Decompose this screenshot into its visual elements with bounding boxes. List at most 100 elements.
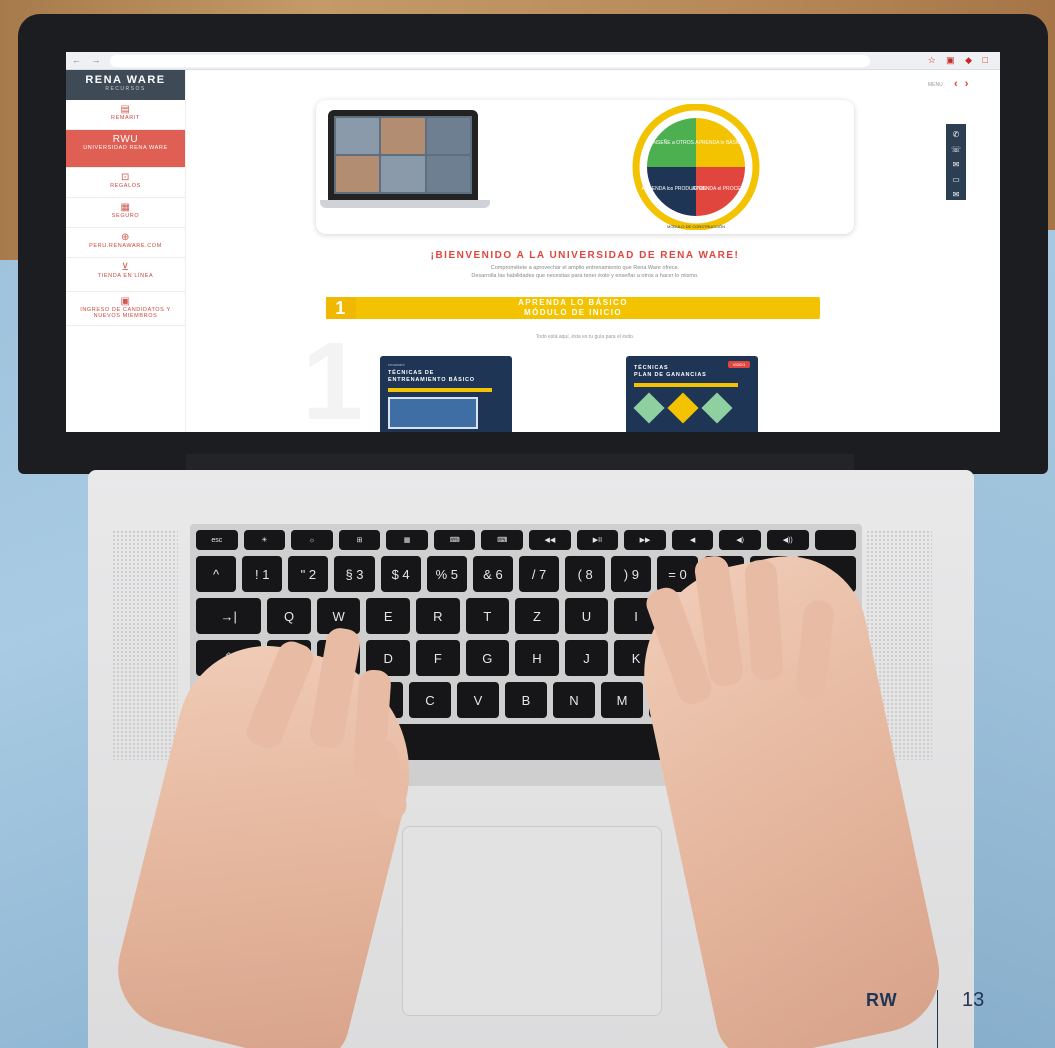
key[interactable]: ▶▶ <box>624 530 666 550</box>
key[interactable]: ⌨ <box>481 530 524 550</box>
key[interactable]: V <box>457 682 499 718</box>
browser-extension-icons[interactable]: ☆ ▣ ◆ □ <box>928 55 992 66</box>
mail-icon[interactable]: ✉ <box>946 157 966 172</box>
sidebar-item-tienda[interactable]: ⊻ TIENDA EN LÍNEA <box>66 258 185 292</box>
card-title-line: TÉCNICAS DE <box>388 370 435 376</box>
form-icon: ▣ <box>120 296 131 307</box>
function-key-row: esc ☀ ☼ ⊞ ▦ ⌨ ⌨ ◀◀ ▶II ▶▶ ◀ ◀) ◀)) <box>196 530 857 550</box>
welcome-subtitle-line: Desarrolla las habilidades que necesitas… <box>471 273 699 279</box>
hero-banner: APRENDA lo BÁSICO APRENDA el PROCESO APR… <box>316 100 854 234</box>
brand-name: RENA WARE <box>85 74 166 86</box>
graduation-icon: RWU <box>112 134 139 145</box>
menu-label[interactable]: MENU <box>928 82 943 88</box>
sidebar-item-ingreso[interactable]: ▣ INGRESO DE CANDIDATOS Y NUEVOS MIEMBRO… <box>66 292 185 326</box>
key[interactable]: H <box>515 640 559 676</box>
training-wheel: APRENDA lo BÁSICO APRENDA el PROCESO APR… <box>632 104 760 230</box>
module-banner[interactable]: 1 APRENDA LO BÁSICO MÓDULO DE INICIO <box>326 297 820 319</box>
sidebar-item-seguro[interactable]: ▦ SEGURO <box>66 198 185 228</box>
sidebar-item-regalos[interactable]: ⊡ REGALOS <box>66 168 185 198</box>
key[interactable]: ▦ <box>386 530 428 550</box>
sidebar: RENA WARE RECURSOS ▤ REMARIT RWU UNIVERS… <box>66 70 186 432</box>
key[interactable]: R <box>416 598 460 634</box>
document-icon: ▤ <box>120 104 131 115</box>
laptop-screen: ← → C ☆ ▣ ◆ □ RENA WARE RECURSOS ▤ REMAR… <box>66 52 1000 432</box>
key[interactable]: ⌨ <box>433 530 476 550</box>
key[interactable]: esc <box>196 530 238 550</box>
key[interactable]: $ 4 <box>380 556 421 592</box>
key[interactable] <box>814 530 857 550</box>
card-title: TÉCNICAS DE ENTRENAMIENTO BÁSICO <box>388 370 504 384</box>
key[interactable]: J <box>564 640 609 676</box>
wheel-label-basico: APRENDA lo BÁSICO <box>695 139 745 146</box>
key[interactable]: Q <box>267 598 311 634</box>
key[interactable]: ◀)) <box>766 530 809 550</box>
course-card-entrenamiento[interactable]: renaware TÉCNICAS DE ENTRENAMIENTO BÁSIC… <box>380 356 512 432</box>
module-subtitle: MÓDULO DE INICIO <box>524 308 622 317</box>
sidebar-item-label: PERU.RENAWARE.COM <box>89 243 162 249</box>
whatsapp-icon[interactable]: ✆ <box>946 127 966 142</box>
address-bar[interactable] <box>110 55 870 67</box>
language-arrows[interactable]: ‹ › <box>954 78 970 90</box>
envelope-icon[interactable]: ✉ <box>946 187 966 202</box>
key[interactable]: T <box>465 598 510 634</box>
sidebar-item-label: SEGURO <box>111 213 140 219</box>
course-card-ganancias[interactable]: VIDEO TÉCNICAS PLAN DE GANANCIAS <box>626 356 758 432</box>
laptop-base-image <box>320 200 490 208</box>
sidebar-item-universidad[interactable]: RWU UNIVERSIDAD RENA WARE <box>66 130 185 168</box>
key[interactable]: % 5 <box>426 556 467 592</box>
card-tiles-graphic <box>633 392 750 424</box>
key[interactable]: & 6 <box>472 556 513 592</box>
module-note: Todo está aquí, ésta es tu guía para el … <box>535 334 635 340</box>
cart-icon: ⊻ <box>121 262 130 273</box>
video-badge: VIDEO <box>728 361 750 368</box>
wheel-label-ensene: ENSEÑE a OTROS <box>650 139 695 146</box>
key[interactable]: F <box>416 640 460 676</box>
sidebar-item-label: REGALOS <box>110 183 141 189</box>
social-share-bar: ✆ ☏ ✉ ▭ ✉ <box>946 124 966 200</box>
key[interactable]: ◀) <box>719 530 761 550</box>
key[interactable]: Z <box>515 598 559 634</box>
key[interactable]: / 7 <box>518 556 560 592</box>
card-video-thumbnail[interactable] <box>388 397 478 429</box>
brand-logo[interactable]: RENA WARE RECURSOS <box>66 70 185 100</box>
key[interactable]: § 3 <box>334 556 375 592</box>
sidebar-item-remarit[interactable]: ▤ REMARIT <box>66 100 185 130</box>
key[interactable]: ◀◀ <box>529 530 571 550</box>
key[interactable]: " 2 <box>288 556 329 592</box>
chat-icon[interactable]: ▭ <box>946 172 966 187</box>
sidebar-item-peru-site[interactable]: ⊕ PERU.RENAWARE.COM <box>66 228 185 258</box>
key[interactable]: ☼ <box>291 530 333 550</box>
key[interactable]: G <box>465 640 510 676</box>
key[interactable]: ^ <box>196 556 237 592</box>
welcome-title: ¡BIENVENIDO A LA UNIVERSIDAD DE RENA WAR… <box>430 250 740 261</box>
module-number: 1 <box>326 297 356 319</box>
card-strip <box>388 388 493 392</box>
card-title-line: PLAN DE GANANCIAS <box>634 372 707 378</box>
wheel-label-productos: APRENDA los PRODUCTOS <box>642 186 708 192</box>
key[interactable]: ◀ <box>671 530 714 550</box>
key[interactable]: ▶II <box>576 530 619 550</box>
browser-toolbar: ← → C ☆ ▣ ◆ □ <box>66 52 1000 70</box>
key[interactable]: ) 9 <box>611 556 652 592</box>
key[interactable]: ☀ <box>243 530 286 550</box>
key[interactable]: N <box>553 682 595 718</box>
sidebar-item-label: UNIVERSIDAD RENA WARE <box>83 145 168 151</box>
key[interactable]: ( 8 <box>565 556 606 592</box>
tab-key[interactable]: →| <box>196 598 262 634</box>
key[interactable]: B <box>505 682 547 718</box>
phone-icon[interactable]: ☏ <box>946 142 966 157</box>
key[interactable]: ⊞ <box>338 530 381 550</box>
key[interactable]: ! 1 <box>242 556 283 592</box>
card-title-line: ENTRENAMIENTO BÁSICO <box>388 377 475 383</box>
module-watermark-number: 1 <box>302 320 364 433</box>
globe-icon: ⊕ <box>121 232 130 243</box>
key[interactable]: E <box>366 598 411 634</box>
wheel-ring-label: MÓDULO DE CONSTRUCCIÓN <box>667 224 725 229</box>
key[interactable]: U <box>564 598 609 634</box>
trackpad[interactable] <box>402 826 662 1016</box>
welcome-subtitle-line: Comprométete a aprovechar el amplio entr… <box>490 265 680 271</box>
brand-subtitle: RECURSOS <box>105 86 146 92</box>
key[interactable]: C <box>409 682 451 718</box>
page-number: 13 <box>962 989 985 1011</box>
key[interactable]: M <box>601 682 643 718</box>
